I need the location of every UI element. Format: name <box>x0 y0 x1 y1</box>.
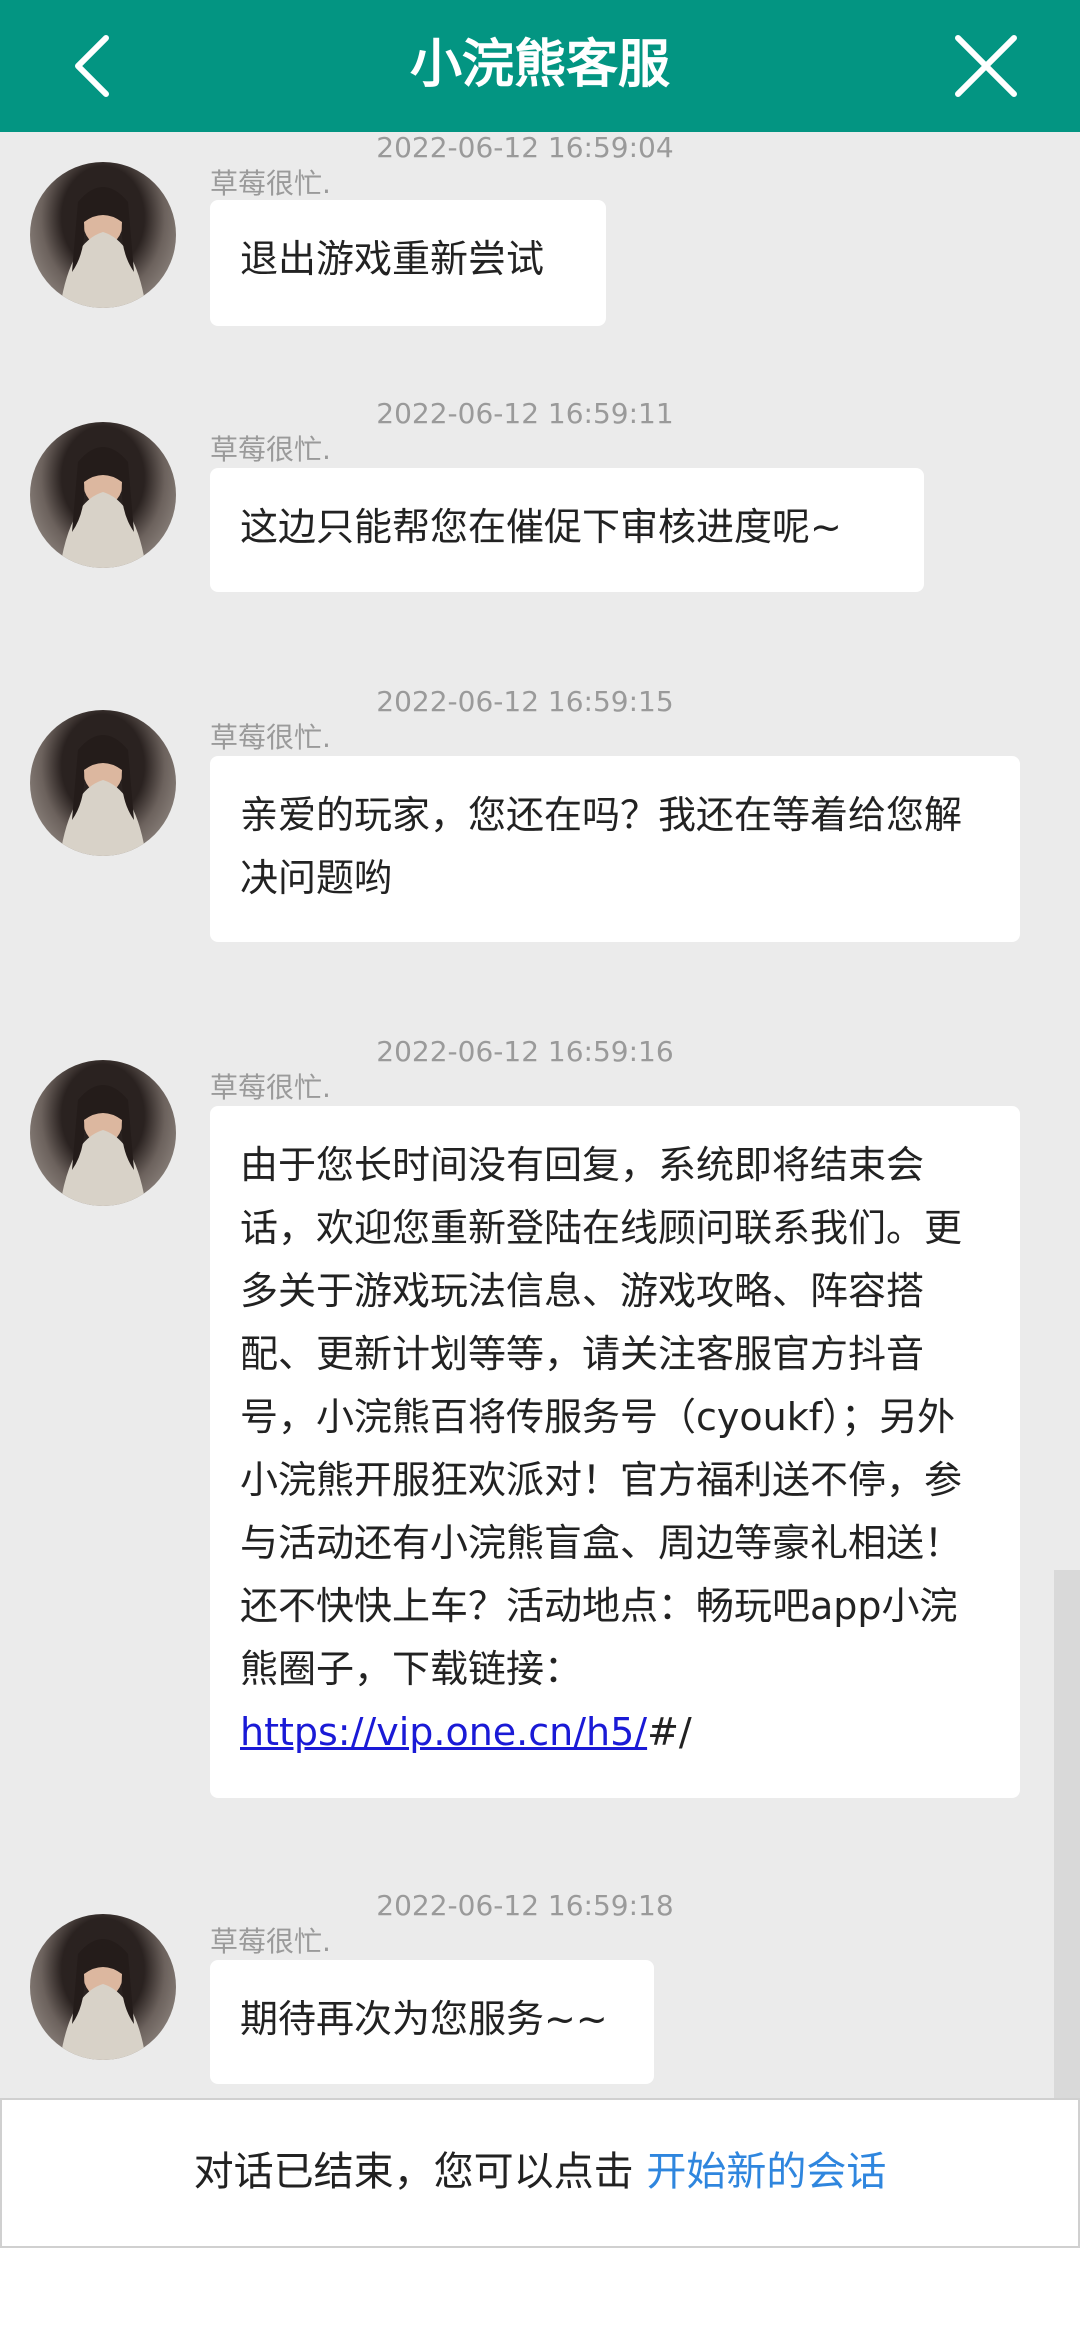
sender-name: 草莓很忙. <box>210 167 331 200</box>
message-bubble: 期待再次为您服务~~ <box>210 1960 654 2084</box>
page-title: 小浣熊客服 <box>409 35 670 95</box>
header-bar: 小浣熊客服 <box>0 0 1080 132</box>
message-time: 2022-06-12 16:59:18 <box>376 1889 674 1922</box>
sender-name: 草莓很忙. <box>210 721 331 754</box>
message-time: 2022-06-12 16:59:15 <box>376 685 674 718</box>
sender-name: 草莓很忙. <box>210 433 331 466</box>
message-time: 2022-06-12 16:59:11 <box>376 397 674 430</box>
message-bubble: 亲爱的玩家，您还在吗？我还在等着给您解决问题哟 <box>210 756 1020 942</box>
message-text: 退出游戏重新尝试 <box>240 237 545 281</box>
agent-avatar <box>30 710 176 856</box>
close-icon[interactable] <box>952 32 1020 100</box>
sender-name: 草莓很忙. <box>210 1925 331 1958</box>
message-text: 这边只能帮您在催促下审核进度呢~ <box>240 505 842 549</box>
message-text: 亲爱的玩家，您还在吗？我还在等着给您解决问题哟 <box>240 793 963 900</box>
message-time: 2022-06-12 16:59:04 <box>376 132 674 164</box>
message-text-tail: #/ <box>647 1710 692 1754</box>
message-time: 2022-06-12 16:59:16 <box>376 1035 674 1068</box>
agent-avatar <box>30 162 176 308</box>
agent-avatar <box>30 1060 176 1206</box>
chat-list[interactable]: 2022-06-12 16:59:04 草莓很忙. 退出游戏重新尝试 2022-… <box>0 132 1080 2098</box>
agent-avatar <box>30 1914 176 2060</box>
start-new-session-link[interactable]: 开始新的会话 <box>646 2149 886 2195</box>
agent-avatar <box>30 422 176 568</box>
scrollbar[interactable] <box>1054 1570 1080 2098</box>
session-ended-text: 对话已结束，您可以点击 <box>193 2149 647 2195</box>
message-bubble: 退出游戏重新尝试 <box>210 200 606 326</box>
bottom-blank-area <box>0 2248 1080 2340</box>
sender-name: 草莓很忙. <box>210 1071 331 1104</box>
message-text: 由于您长时间没有回复，系统即将结束会话，欢迎您重新登陆在线顾问联系我们。更多关于… <box>240 1143 963 1691</box>
session-ended-bar: 对话已结束，您可以点击 开始新的会话 <box>0 2098 1080 2248</box>
message-bubble: 由于您长时间没有回复，系统即将结束会话，欢迎您重新登陆在线顾问联系我们。更多关于… <box>210 1106 1020 1798</box>
message-text: 期待再次为您服务~~ <box>240 1997 608 2041</box>
download-link[interactable]: https://vip.one.cn/h5/ <box>240 1710 647 1754</box>
message-bubble: 这边只能帮您在催促下审核进度呢~ <box>210 468 924 592</box>
